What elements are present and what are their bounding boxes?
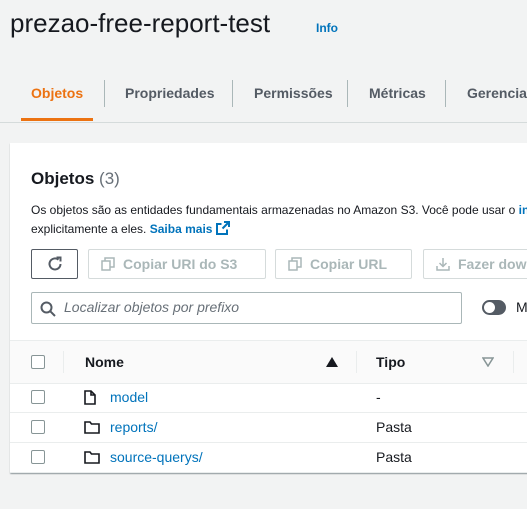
description-inline-link[interactable]: in: [519, 203, 527, 217]
search-icon: [40, 301, 56, 317]
column-header-name[interactable]: Nome: [85, 354, 124, 370]
objects-panel: Objetos (3) Os objetos são as entidades …: [10, 143, 527, 473]
copy-icon: [101, 257, 115, 271]
learn-more-link[interactable]: Saiba mais: [149, 221, 231, 236]
object-name-link[interactable]: reports/: [110, 419, 157, 435]
sort-icon[interactable]: [482, 357, 494, 367]
tab-divider: [104, 80, 105, 107]
column-divider: [356, 351, 357, 373]
toggle-label: M: [516, 299, 527, 315]
tab-divider: [347, 80, 348, 107]
tab-properties[interactable]: Propriedades: [125, 70, 214, 118]
object-type: -: [376, 389, 381, 405]
external-link-icon: [216, 221, 231, 235]
tab-management[interactable]: Gerenciar: [467, 70, 527, 118]
copy-icon: [288, 257, 302, 271]
info-link[interactable]: Info: [316, 21, 338, 35]
bucket-name-title: prezao-free-report-test: [10, 8, 271, 38]
object-type: Pasta: [376, 419, 412, 435]
sort-ascending-icon[interactable]: [326, 357, 338, 367]
folder-icon: [84, 421, 100, 434]
tab-divider: [445, 80, 446, 107]
panel-title: Objetos (3): [31, 169, 120, 189]
object-type: Pasta: [376, 449, 412, 465]
object-name-link[interactable]: model: [110, 389, 148, 405]
folder-icon: [84, 451, 100, 464]
tab-bar: Objetos Propriedades Permissões Métricas…: [0, 70, 527, 123]
row-checkbox[interactable]: [31, 390, 45, 404]
column-divider: [63, 351, 64, 373]
download-label: Fazer dow: [458, 256, 527, 272]
description-line-2: explicitamente a eles. Saiba mais: [31, 220, 527, 239]
file-icon: [84, 390, 96, 405]
refresh-button[interactable]: [31, 249, 78, 279]
object-name-link[interactable]: source-querys/: [110, 449, 203, 465]
select-all-checkbox[interactable]: [31, 355, 45, 369]
column-header-type[interactable]: Tipo: [376, 354, 405, 370]
copy-url-label: Copiar URL: [310, 256, 387, 272]
tab-permissions[interactable]: Permissões: [254, 70, 333, 118]
description-line-1: Os objetos são as entidades fundamentais…: [31, 201, 527, 220]
table-header: Nome Tipo: [10, 340, 527, 384]
download-icon: [436, 258, 450, 271]
description-text-2: explicitamente a eles.: [31, 222, 147, 236]
tab-divider: [232, 80, 233, 107]
column-divider: [513, 351, 514, 373]
object-count: (3): [99, 169, 120, 188]
row-checkbox[interactable]: [31, 450, 45, 464]
toggle-switch[interactable]: [482, 300, 506, 315]
table-row: reports/ Pasta: [10, 412, 527, 443]
search-input[interactable]: [64, 299, 454, 315]
table-row: source-querys/ Pasta: [10, 442, 527, 473]
table-row: model -: [10, 382, 527, 413]
page-header: prezao-free-report-test Info Objetos Pro…: [0, 0, 527, 124]
refresh-icon: [48, 256, 61, 271]
search-box: [31, 292, 462, 324]
copy-s3-uri-button[interactable]: Copiar URI do S3: [88, 249, 266, 279]
row-checkbox[interactable]: [31, 420, 45, 434]
description-text-1: Os objetos são as entidades fundamentais…: [31, 203, 516, 217]
tab-metrics[interactable]: Métricas: [369, 70, 426, 118]
panel-description: Os objetos são as entidades fundamentais…: [31, 201, 527, 239]
tab-objects[interactable]: Objetos: [21, 70, 94, 121]
download-button[interactable]: Fazer dow: [423, 249, 527, 279]
copy-s3-uri-label: Copiar URI do S3: [123, 256, 238, 272]
panel-title-text: Objetos: [31, 169, 95, 188]
learn-more-label: Saiba mais: [149, 222, 213, 236]
copy-url-button[interactable]: Copiar URL: [275, 249, 412, 279]
